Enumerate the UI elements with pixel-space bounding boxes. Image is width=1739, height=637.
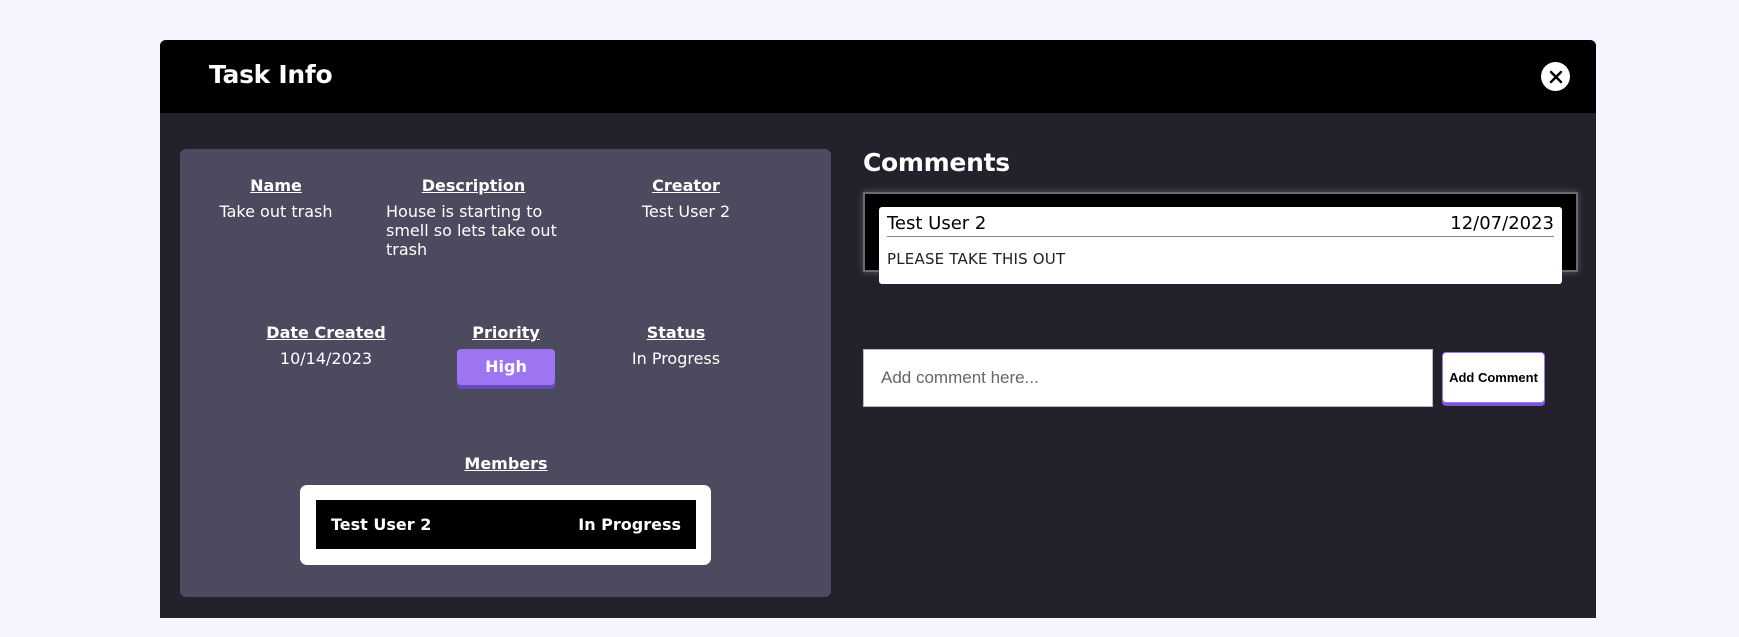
status-field: Status In Progress	[600, 323, 752, 368]
description-label: Description	[421, 176, 526, 195]
comment-author: Test User 2	[887, 213, 987, 234]
name-value: Take out trash	[219, 202, 333, 221]
member-name: Test User 2	[331, 515, 432, 534]
comment-header: Test User 2 12/07/2023	[887, 213, 1554, 237]
comment-input[interactable]	[863, 349, 1433, 407]
members-list: Test User 2 In Progress	[300, 485, 711, 565]
modal-header: Task Info	[160, 40, 1596, 113]
close-button[interactable]	[1541, 62, 1570, 91]
description-field: Description House is starting to smell s…	[386, 176, 561, 259]
date-created-field: Date Created 10/14/2023	[250, 323, 402, 368]
priority-badge: High	[457, 349, 555, 385]
comments-list: Test User 2 12/07/2023 PLEASE TAKE THIS …	[863, 192, 1578, 284]
modal-title: Task Info	[209, 60, 333, 89]
task-details-panel: Name Take out trash Description House is…	[180, 149, 831, 597]
comment-text: PLEASE TAKE THIS OUT	[887, 250, 1066, 268]
creator-value: Test User 2	[641, 202, 731, 221]
comment-date: 12/07/2023	[1450, 213, 1554, 234]
priority-field: Priority High	[430, 323, 582, 385]
creator-label: Creator	[652, 176, 720, 195]
member-status: In Progress	[578, 515, 681, 534]
description-value: House is starting to smell so lets take …	[386, 202, 557, 259]
name-label: Name	[250, 176, 302, 195]
task-info-modal: Task Info Name Take out trash Descriptio…	[160, 40, 1596, 618]
date-created-value: 10/14/2023	[279, 349, 373, 368]
members-field: Members	[430, 454, 582, 480]
date-created-label: Date Created	[266, 323, 386, 342]
add-comment-button[interactable]: Add Comment	[1442, 352, 1545, 403]
status-value: In Progress	[631, 349, 721, 368]
close-icon	[1549, 70, 1562, 83]
members-label: Members	[464, 454, 548, 473]
priority-label: Priority	[472, 323, 540, 342]
status-label: Status	[646, 323, 706, 342]
creator-field: Creator Test User 2	[610, 176, 762, 221]
comment-item: Test User 2 12/07/2023 PLEASE TAKE THIS …	[879, 207, 1562, 284]
comments-title: Comments	[863, 148, 1010, 177]
member-row: Test User 2 In Progress	[316, 500, 696, 549]
name-field: Name Take out trash	[200, 176, 352, 221]
